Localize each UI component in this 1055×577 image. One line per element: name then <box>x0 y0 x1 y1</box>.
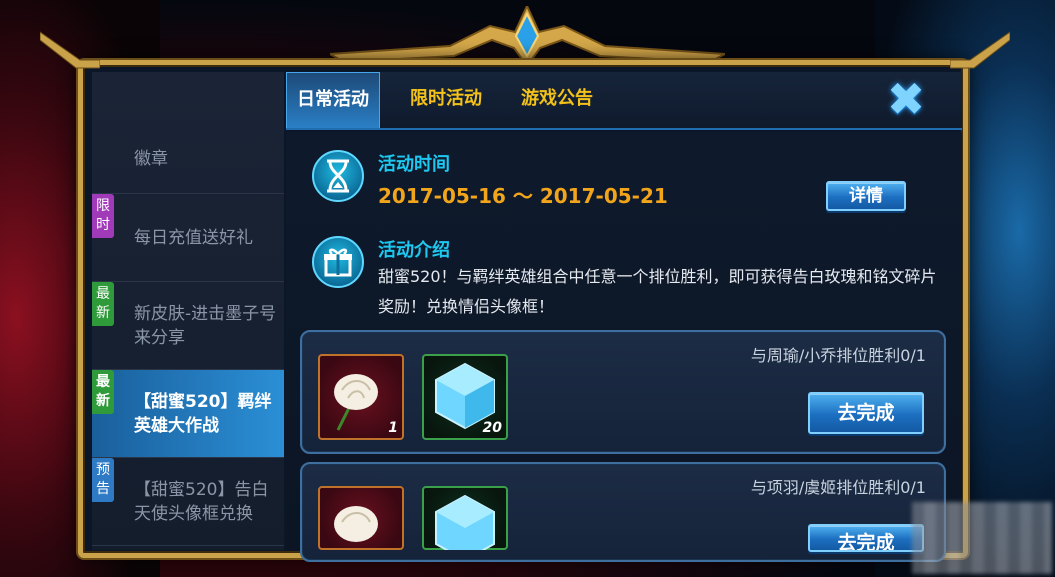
sidebar-item-avatar-frame[interactable]: 预告 【甜蜜520】告白天使头像框兑换 <box>92 458 284 546</box>
details-button[interactable]: 详情 <box>826 181 906 211</box>
watermark-blur <box>912 502 1052 574</box>
sidebar-item-new-skin[interactable]: 最新 新皮肤-进击墨子号来分享 <box>92 282 284 370</box>
limited-tag: 限时 <box>92 194 114 238</box>
activity-intro-title: 活动介绍 <box>378 240 450 261</box>
sidebar-item-label: 【甜蜜520】告白天使头像框兑换 <box>134 479 269 524</box>
preview-tag: 预告 <box>92 458 114 502</box>
frame-crown-ornament <box>330 6 725 66</box>
rose-icon[interactable] <box>318 486 404 550</box>
activity-sidebar: 徽章 限时 每日充值送好礼 最新 新皮肤-进击墨子号来分享 最新 【甜蜜520】… <box>92 72 284 550</box>
tab-bar: 日常活动 限时活动 游戏公告 <box>286 72 962 130</box>
go-complete-button[interactable]: 去完成 <box>808 524 924 552</box>
sidebar-item-label: 徽章 <box>134 148 168 169</box>
sidebar-item-daily-recharge[interactable]: 限时 每日充值送好礼 <box>92 194 284 282</box>
new-tag: 最新 <box>92 282 114 326</box>
gem-icon[interactable] <box>422 486 508 562</box>
sidebar-item-label: 新皮肤-进击墨子号来分享 <box>134 303 277 348</box>
activity-intro-text: 甜蜜520！与羁绊英雄组合中任意一个排位胜利，即可获得告白玫瑰和铭文碎片奖励！兑… <box>378 267 937 316</box>
rose-icon[interactable]: 1 <box>318 354 404 440</box>
hourglass-icon <box>312 150 364 202</box>
gem-icon[interactable]: 20 <box>422 354 508 440</box>
tab-limited[interactable]: 限时活动 <box>410 72 482 128</box>
corner-ornament <box>40 31 100 69</box>
gift-icon <box>312 236 364 288</box>
task-condition: 与周瑜/小乔排位胜利0/1 <box>750 346 926 365</box>
new-tag: 最新 <box>92 370 114 414</box>
go-complete-button[interactable]: 去完成 <box>808 392 924 434</box>
sidebar-item-label: 每日充值送好礼 <box>134 227 253 248</box>
reward-quantity: 1 <box>388 420 398 436</box>
tab-announcements[interactable]: 游戏公告 <box>521 72 593 128</box>
task-condition: 与项羽/虞姬排位胜利0/1 <box>750 478 926 497</box>
activity-time-range: 2017-05-16 ～ 2017-05-21 <box>378 184 668 208</box>
sidebar-item-badge[interactable]: 徽章 <box>92 124 284 194</box>
tab-daily[interactable]: 日常活动 <box>286 72 380 128</box>
reward-quantity: 20 <box>482 420 502 436</box>
sidebar-item-label: 【甜蜜520】羁绊英雄大作战 <box>134 391 272 436</box>
close-icon[interactable]: ✖ <box>880 76 932 122</box>
sidebar-item-bond-heroes[interactable]: 最新 【甜蜜520】羁绊英雄大作战 <box>92 370 284 458</box>
activity-time-title: 活动时间 <box>378 154 450 175</box>
